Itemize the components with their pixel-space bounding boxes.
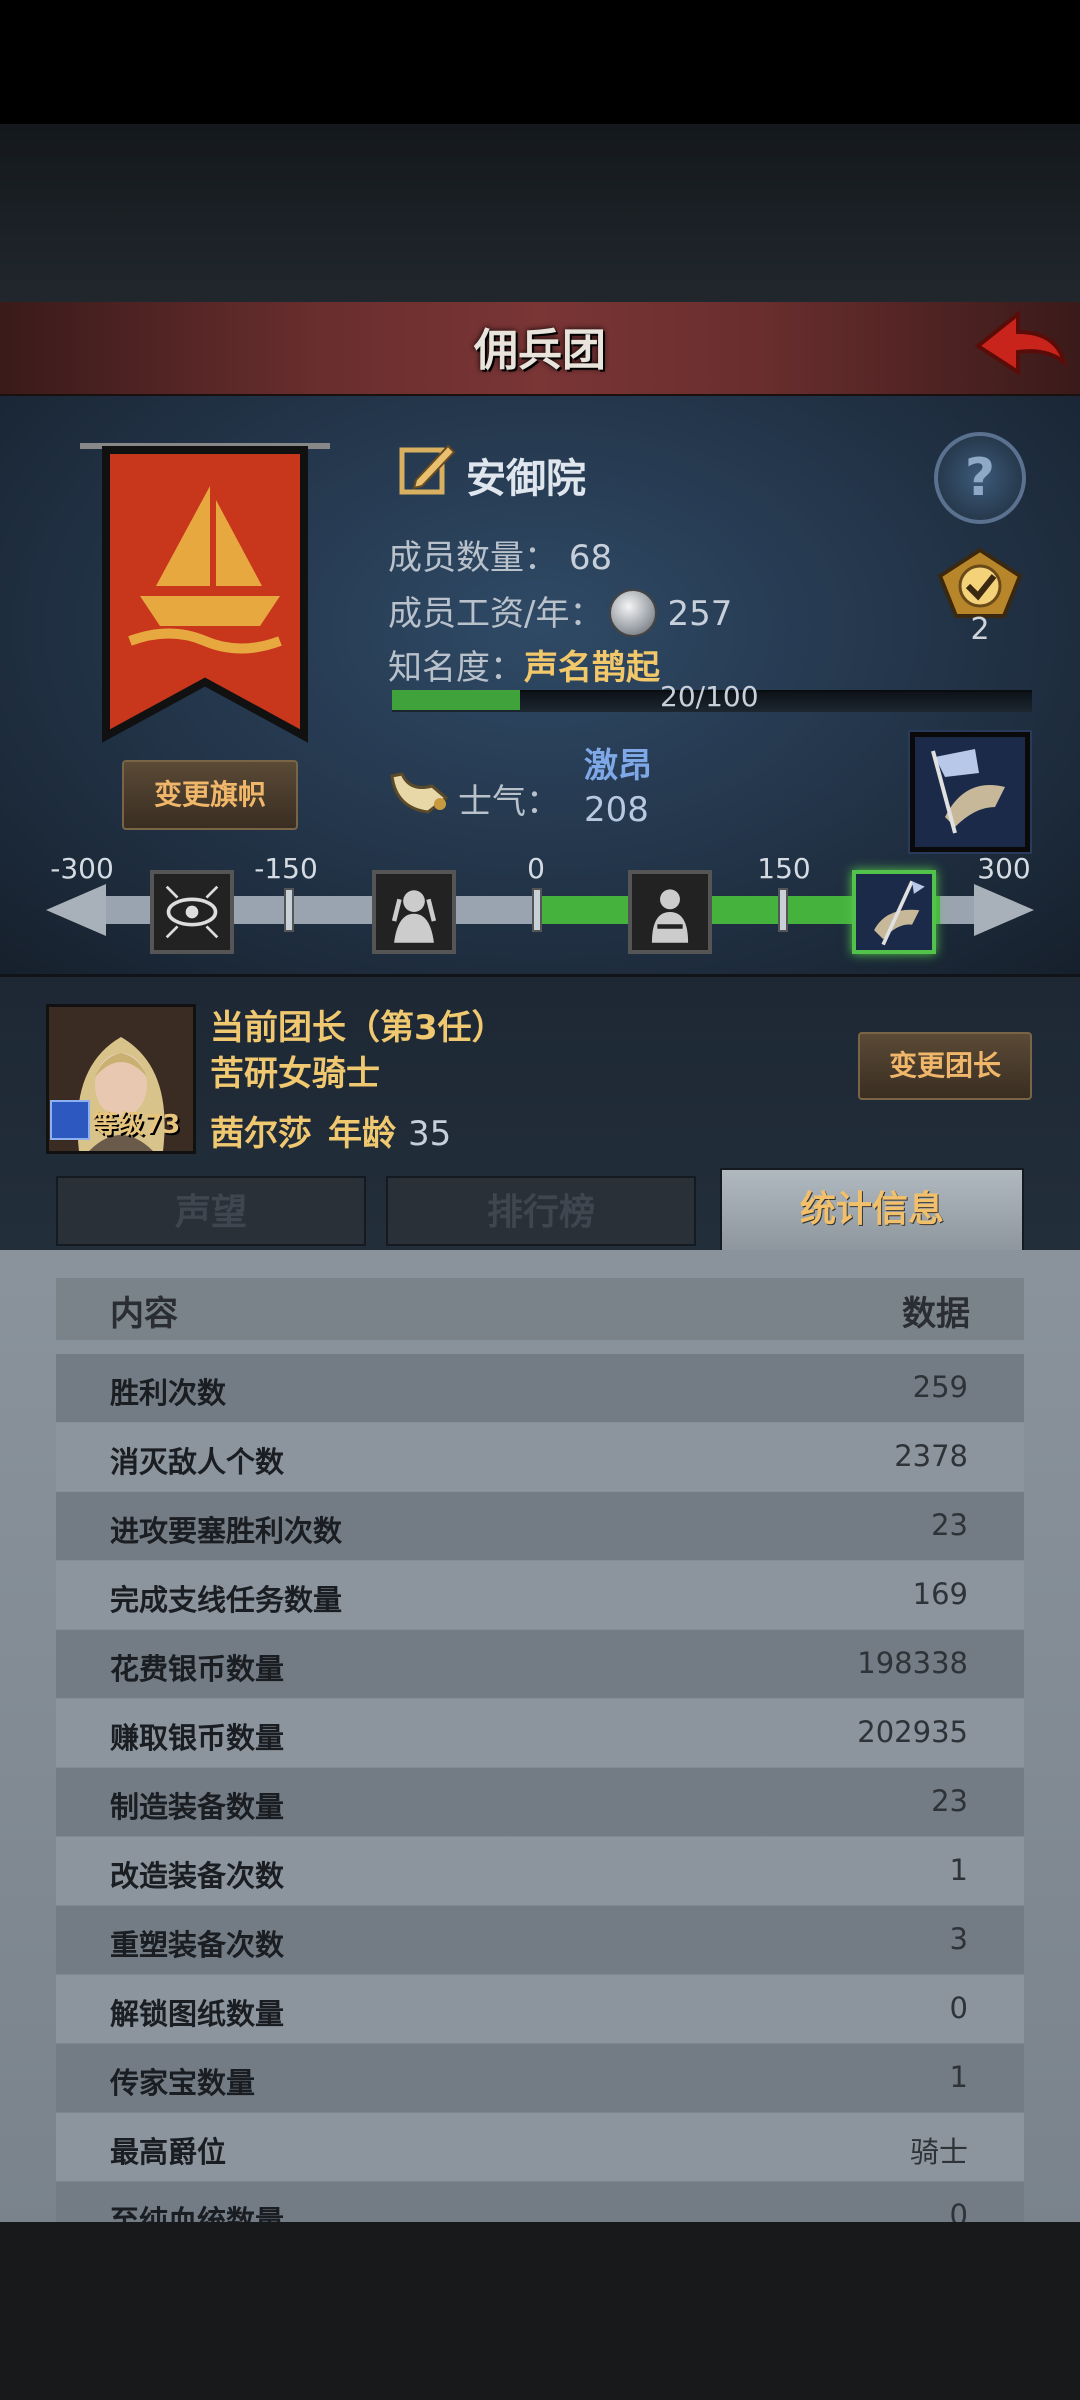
morale-charge-icon <box>910 732 1030 852</box>
stat-label: 进攻要塞胜利次数 <box>110 1514 343 1548</box>
stat-value: 169 <box>912 1577 968 1611</box>
tick-label: 150 <box>757 852 811 885</box>
stat-label: 消灭敌人个数 <box>110 1445 285 1479</box>
team-name: 安御院 <box>466 456 586 502</box>
stat-label: 传家宝数量 <box>110 2066 256 2100</box>
members-row: 成员数量： 68 <box>388 530 612 579</box>
salary-label: 成员工资/年： <box>388 594 604 634</box>
members-label: 成员数量： <box>388 538 558 578</box>
morale-despair-icon <box>150 870 234 954</box>
stat-value: 3 <box>949 1922 968 1956</box>
back-arrow-icon[interactable] <box>970 306 1070 386</box>
stat-label: 重塑装备次数 <box>110 1928 285 1962</box>
stat-value: 23 <box>931 1508 968 1542</box>
bottom-background <box>0 2222 1080 2400</box>
tick-label: -300 <box>50 852 114 885</box>
morale-calm-icon <box>628 870 712 954</box>
stat-value: 259 <box>912 1370 968 1404</box>
stat-value: 23 <box>931 1784 968 1818</box>
stat-label: 改造装备次数 <box>110 1859 285 1893</box>
top-background <box>0 124 1080 304</box>
leader-level: 等级73 <box>92 1110 181 1140</box>
stat-label: 解锁图纸数量 <box>110 1997 285 2031</box>
fame-label: 知名度： <box>388 648 524 688</box>
fame-value: 声名鹊起 <box>524 648 660 688</box>
edit-name-icon[interactable] <box>396 440 456 500</box>
stat-label: 完成支线任务数量 <box>110 1583 343 1617</box>
morale-label: 士气： <box>458 782 560 822</box>
silver-coin-icon <box>609 588 658 637</box>
salary-value: 257 <box>667 594 733 634</box>
help-button[interactable]: ? <box>934 432 1026 524</box>
slider-tick <box>778 888 788 932</box>
banner-icon <box>80 443 330 743</box>
leader-name-row: 茜尔莎 年龄 35 <box>210 1106 451 1155</box>
leader-title: 当前团长（第3任） <box>210 1008 506 1048</box>
fame-progress-fill <box>392 690 520 710</box>
stats-header-content: 内容 <box>110 1294 178 1334</box>
stat-value: 骑士 <box>909 2135 968 2169</box>
slider-tick <box>532 888 542 932</box>
leader-class: 苦研女骑士 <box>210 1054 380 1094</box>
morale-value: 208 <box>584 790 649 830</box>
morale-state: 激昂 <box>584 746 652 786</box>
arrow-right-icon <box>974 884 1034 936</box>
stat-value: 1 <box>949 2060 968 2094</box>
fame-row: 知名度：声名鹊起 <box>388 640 660 689</box>
horn-icon <box>390 772 449 814</box>
leader-age-label: 年龄 <box>328 1114 396 1154</box>
stat-value: 2378 <box>894 1439 968 1473</box>
stat-label: 最高爵位 <box>110 2135 227 2169</box>
tick-label: -150 <box>254 852 318 885</box>
morale-fear-icon <box>372 870 456 954</box>
salary-row: 成员工资/年： 257 <box>388 586 732 643</box>
tab-ranking[interactable]: 排行榜 <box>386 1176 696 1246</box>
stat-label: 制造装备数量 <box>110 1790 285 1824</box>
stat-label: 赚取银币数量 <box>110 1721 285 1755</box>
fame-progress-text: 20/100 <box>660 680 759 713</box>
stats-header-data: 数据 <box>902 1294 970 1334</box>
sword-icon <box>50 1100 90 1140</box>
slider-tick <box>284 888 294 932</box>
leader-name: 茜尔莎 <box>210 1114 312 1154</box>
stat-value: 1 <box>949 1853 968 1887</box>
change-leader-button[interactable]: 变更团长 <box>858 1032 1032 1100</box>
stat-value: 0 <box>949 1991 968 2025</box>
tab-reputation[interactable]: 声望 <box>56 1176 366 1246</box>
stat-label: 花费银币数量 <box>110 1652 285 1686</box>
tab-statistics[interactable]: 统计信息 <box>720 1168 1024 1252</box>
tick-label: 0 <box>527 852 545 885</box>
stat-value: 202935 <box>857 1715 968 1749</box>
morale-excited-icon <box>852 870 936 954</box>
change-banner-button[interactable]: 变更旗帜 <box>122 760 298 830</box>
badge-count: 2 <box>970 612 990 647</box>
stat-value: 198338 <box>857 1646 968 1680</box>
members-value: 68 <box>568 538 613 578</box>
tick-label: 300 <box>977 852 1031 885</box>
leader-age: 35 <box>408 1114 452 1154</box>
arrow-left-icon <box>46 884 106 936</box>
page-title: 佣兵团 <box>474 325 606 376</box>
stat-label: 胜利次数 <box>110 1376 227 1410</box>
